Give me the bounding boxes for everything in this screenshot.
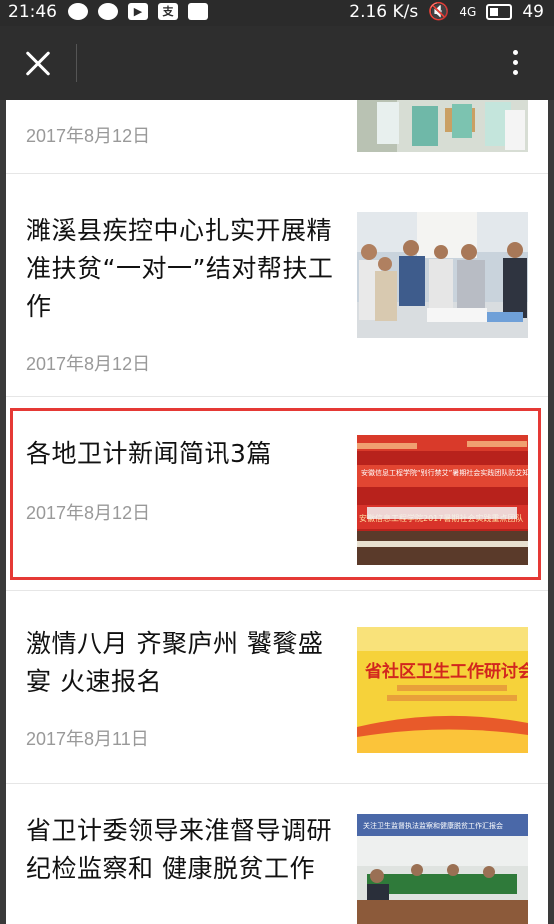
message-icon: [98, 3, 118, 20]
article-item[interactable]: 2017年8月12日: [6, 100, 548, 174]
network-speed: 2.16 K/s: [349, 2, 419, 22]
article-thumbnail: [357, 212, 528, 338]
battery-icon: [486, 4, 513, 20]
article-date: 2017年8月12日: [26, 126, 151, 146]
close-icon[interactable]: [18, 44, 58, 84]
article-thumbnail: 省社区卫生工作研讨会: [357, 627, 528, 753]
article-item[interactable]: 濉溪县疾控中心扎实开展精准扶贫“一对一”结对帮扶工作 2017年8月12日: [6, 174, 548, 396]
image-icon: [188, 3, 208, 20]
article-thumbnail: 关注卫生监督执法监察和健康脱贫工作汇报会: [357, 814, 528, 924]
title-bar: [0, 26, 554, 100]
article-thumbnail: [357, 100, 528, 152]
battery-level: 49: [522, 2, 544, 22]
thumb-banner-top: 安徽信息工程学院“别行禁艾”暑期社会实践团队防艾知识培训讲座: [361, 468, 528, 477]
article-date: 2017年8月12日: [26, 503, 151, 523]
thumb-banner-caption: 关注卫生监督执法监察和健康脱贫工作汇报会: [363, 821, 503, 830]
article-date: 2017年8月11日: [26, 729, 149, 749]
article-title: 濉溪县疾控中心扎实开展精准扶贫“一对一”结对帮扶工作: [26, 216, 334, 321]
article-title: 激情八月 齐聚庐州 饕餮盛宴 火速报名: [26, 629, 324, 696]
article-item[interactable]: 各地卫计新闻简讯3篇 2017年8月12日 安徽信息工程学院“别行禁艾”暑期社会…: [6, 397, 548, 580]
mute-icon: 🔇: [428, 2, 450, 22]
status-time: 21:46: [8, 2, 57, 22]
article-date: 2017年8月12日: [26, 354, 151, 374]
article-list[interactable]: 2017年8月12日 濉溪县疾控中心扎实开展精准扶贫“一对一”结对帮扶工作 20…: [6, 100, 548, 924]
title-divider: [76, 44, 77, 82]
article-item[interactable]: 省卫计委领导来淮督导调研纪检监察和 健康脱贫工作 关注卫生监督执法监察和健康脱贫…: [6, 784, 548, 924]
status-bar: 21:46 ▶ 支 2.16 K/s 🔇 4G 49: [0, 0, 554, 26]
notification-icons: ▶ 支: [68, 3, 208, 20]
network-type: 4G: [459, 5, 477, 19]
play-icon: ▶: [128, 3, 148, 20]
article-title: 省卫计委领导来淮督导调研纪检监察和 健康脱贫工作: [26, 816, 333, 883]
more-vertical-icon[interactable]: [504, 46, 528, 80]
thumb-banner-title: 省社区卫生工作研讨会: [364, 661, 528, 682]
article-item[interactable]: 激情八月 齐聚庐州 饕餮盛宴 火速报名 2017年8月11日 省社区卫生工作研讨…: [6, 591, 548, 783]
article-title: 各地卫计新闻简讯3篇: [26, 439, 272, 468]
chat-icon: [68, 3, 88, 20]
article-thumbnail: 安徽信息工程学院“别行禁艾”暑期社会实践团队防艾知识培训讲座 安徽信息工程学院2…: [357, 435, 528, 565]
alipay-icon: 支: [158, 3, 178, 20]
